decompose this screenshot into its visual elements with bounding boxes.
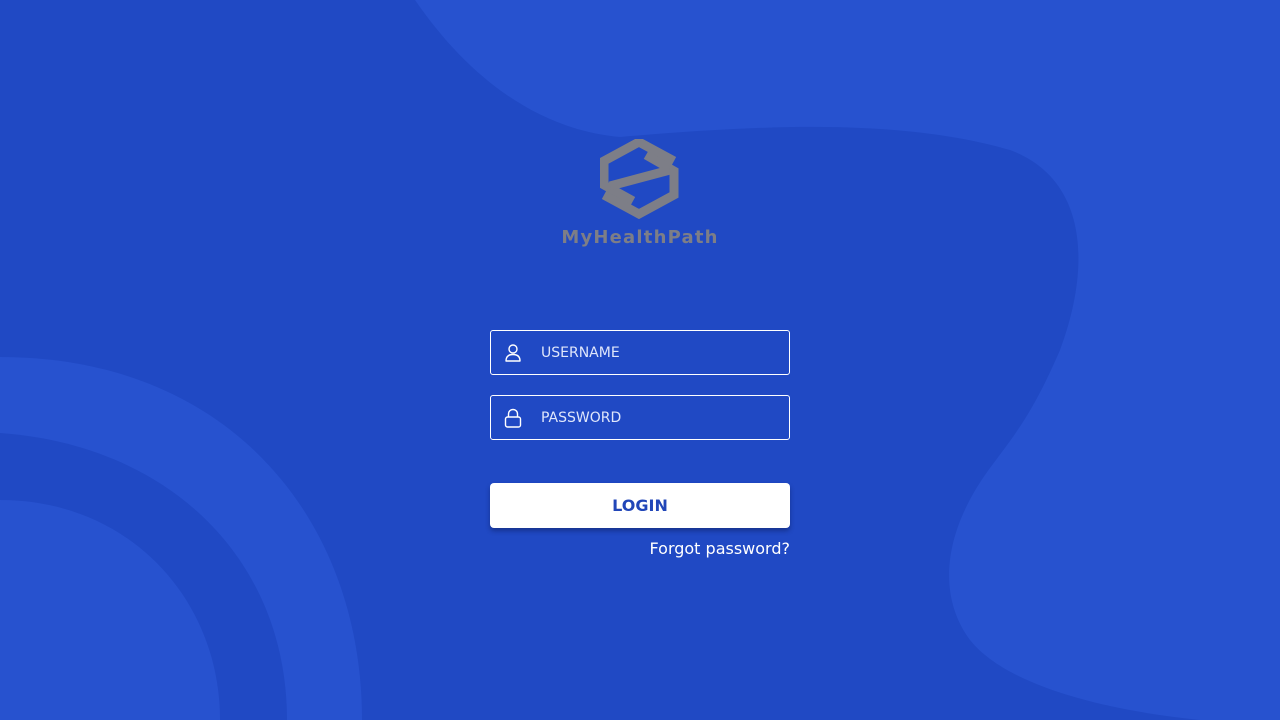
forgot-password-link[interactable]: Forgot password? <box>590 539 790 558</box>
login-button[interactable]: LOGIN <box>490 483 790 528</box>
password-input[interactable] <box>541 396 781 439</box>
brand-name: MyHealthPath <box>561 227 719 248</box>
brand-logo: MyHealthPath <box>540 136 740 256</box>
username-field[interactable] <box>490 330 790 375</box>
logo-mark-icon <box>600 139 679 219</box>
password-field[interactable] <box>490 395 790 440</box>
username-input[interactable] <box>541 331 781 374</box>
lock-icon <box>504 408 522 428</box>
user-icon <box>505 344 521 362</box>
